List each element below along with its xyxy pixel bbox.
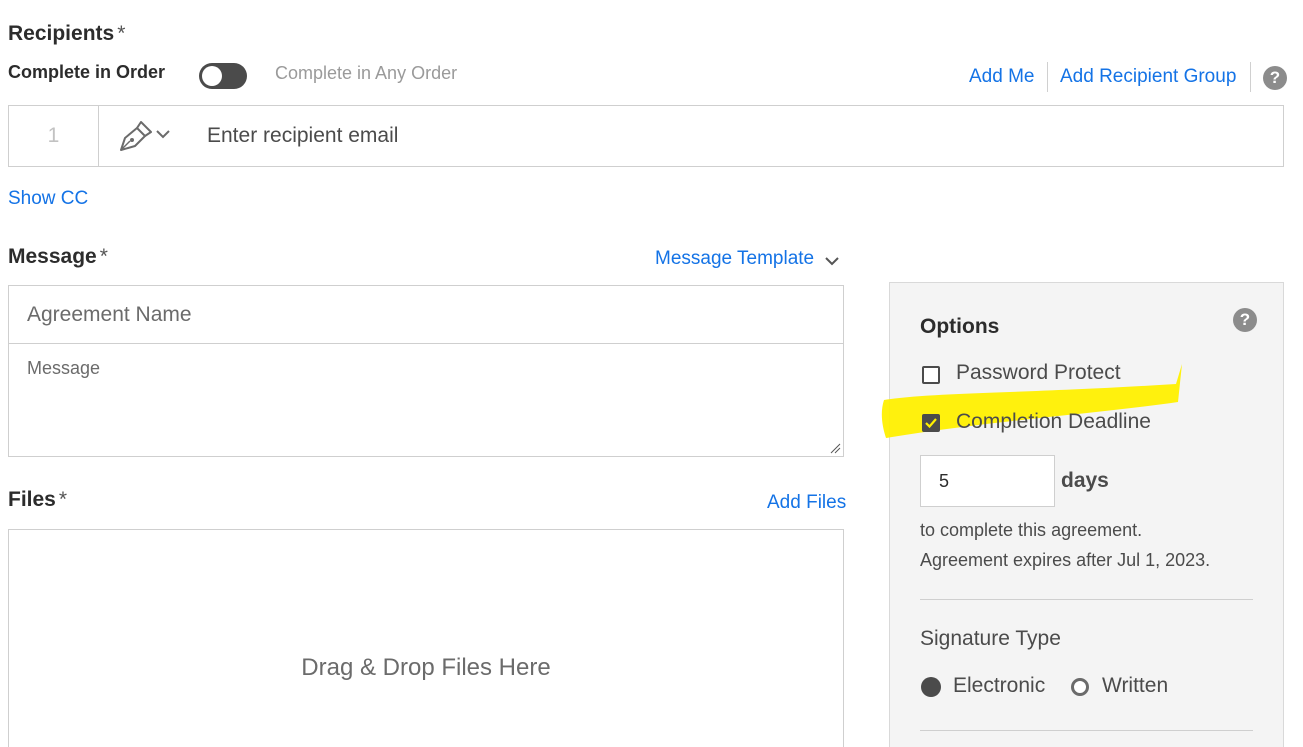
required-mark: * (99, 245, 108, 268)
deadline-description: to complete this agreement. (920, 520, 1143, 540)
recipient-email-input[interactable] (207, 118, 1207, 154)
complete-in-order-label: Complete in Order (8, 62, 166, 82)
message-box (8, 285, 844, 457)
chevron-down-icon[interactable] (824, 253, 840, 269)
recipient-row: 1 (8, 105, 1284, 167)
chevron-down-icon (156, 130, 170, 139)
message-textarea[interactable] (9, 344, 843, 456)
dropzone-text: Drag & Drop Files Here (301, 654, 551, 681)
options-title: Options (920, 315, 1000, 338)
link-divider (1250, 62, 1251, 92)
options-panel (889, 282, 1284, 747)
written-radio[interactable] (1071, 678, 1089, 696)
message-title: Message * (8, 245, 108, 269)
message-title-text: Message (8, 245, 97, 268)
electronic-label: Electronic (953, 674, 1046, 697)
recipients-help-icon[interactable]: ? (1263, 66, 1287, 90)
complete-in-any-order-label: Complete in Any Order (275, 63, 458, 83)
required-mark: * (117, 22, 126, 45)
message-template-link[interactable]: Message Template (655, 248, 814, 270)
link-divider (1047, 62, 1048, 92)
recipient-role-dropdown[interactable] (117, 120, 177, 152)
file-dropzone[interactable]: Drag & Drop Files Here (8, 529, 844, 747)
order-toggle[interactable] (199, 63, 247, 89)
files-title: Files * (8, 488, 67, 512)
files-title-text: Files (8, 488, 56, 511)
resize-grip-icon[interactable] (829, 442, 841, 454)
divider (920, 599, 1253, 600)
deadline-days-input[interactable] (920, 455, 1055, 507)
days-label: days (1061, 469, 1109, 492)
divider (920, 730, 1253, 731)
recipients-title-text: Recipients (8, 22, 115, 45)
expiration-text: Agreement expires after Jul 1, 2023. (920, 550, 1211, 570)
electronic-radio[interactable] (921, 677, 941, 697)
written-label: Written (1102, 674, 1169, 697)
agreement-name-input[interactable] (9, 286, 843, 344)
add-me-link[interactable]: Add Me (969, 66, 1034, 88)
required-mark: * (58, 488, 68, 511)
checkmark-icon (925, 418, 937, 429)
options-help-icon[interactable]: ? (1233, 308, 1257, 332)
add-files-link[interactable]: Add Files (767, 492, 846, 514)
password-protect-label: Password Protect (956, 361, 1121, 384)
signature-type-title: Signature Type (920, 627, 1061, 650)
show-cc-link[interactable]: Show CC (8, 188, 88, 210)
recipient-number: 1 (9, 106, 99, 166)
pen-signer-icon (120, 121, 170, 151)
completion-deadline-checkbox[interactable] (922, 414, 940, 432)
password-protect-checkbox[interactable] (922, 366, 940, 384)
completion-deadline-label: Completion Deadline (956, 410, 1151, 433)
toggle-knob (202, 66, 222, 86)
add-recipient-group-link[interactable]: Add Recipient Group (1060, 66, 1236, 88)
recipients-title: Recipients * (8, 22, 125, 46)
